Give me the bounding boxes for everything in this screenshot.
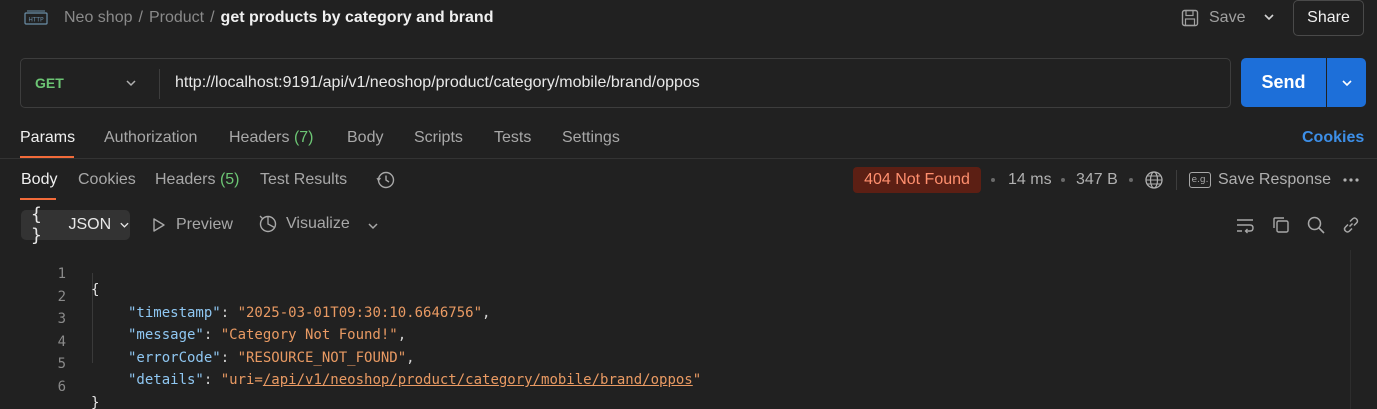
- format-select[interactable]: { } JSON: [21, 204, 130, 246]
- tab-label: Authorization: [104, 129, 198, 146]
- separator-dot: [1061, 178, 1065, 182]
- line-number: 6: [57, 379, 66, 395]
- tab-label: Body: [347, 129, 384, 146]
- tab-label: Tests: [494, 129, 532, 146]
- response-time[interactable]: 14 ms: [1008, 171, 1052, 189]
- url-input[interactable]: http://localhost:9191/api/v1/neoshop/pro…: [175, 74, 700, 92]
- request-tabs: Params Authorization Headers (7) Body Sc…: [0, 124, 1377, 158]
- tab-count: (7): [293, 129, 314, 146]
- tab-response-body[interactable]: Body: [21, 171, 57, 189]
- http-icon: HTTP: [24, 10, 48, 25]
- tab-response-cookies[interactable]: Cookies: [78, 171, 136, 189]
- chevron-down-icon[interactable]: [366, 219, 380, 233]
- separator-dot: [991, 178, 995, 182]
- tab-label: Body: [21, 171, 58, 188]
- url-bar: GET http://localhost:9191/api/v1/neoshop…: [20, 58, 1231, 108]
- save-icon: [1181, 9, 1199, 27]
- copy-icon[interactable]: [1271, 215, 1291, 235]
- tab-count: (5): [219, 171, 240, 188]
- breadcrumb-separator: /: [138, 9, 143, 26]
- app-root: HTTP Neo shop / Product / get products by ca…: [0, 0, 1377, 409]
- breadcrumb-separator: /: [210, 9, 215, 26]
- tab-headers[interactable]: Headers (7): [229, 129, 314, 147]
- divider: [1176, 170, 1177, 190]
- chevron-down-icon: [1341, 79, 1352, 86]
- tab-label: Test Results: [260, 171, 348, 188]
- json-braces-icon: { }: [31, 204, 42, 246]
- save-button[interactable]: Save: [1180, 8, 1245, 28]
- tab-settings[interactable]: Settings: [562, 129, 620, 147]
- send-options-button[interactable]: [1327, 58, 1366, 107]
- active-tab-indicator: [20, 198, 56, 200]
- code-line: 1 {: [0, 250, 1377, 298]
- divider: [0, 158, 1377, 159]
- breadcrumb-collection[interactable]: Product: [149, 9, 204, 26]
- tab-scripts[interactable]: Scripts: [414, 129, 463, 147]
- code-line: 6 }: [0, 363, 1377, 409]
- visualize-button[interactable]: Visualize: [258, 214, 350, 234]
- code-line: 3 "message": "Category Not Found!",: [0, 295, 1377, 343]
- separator-dot: [1129, 178, 1133, 182]
- response-body-viewer[interactable]: 1 { 2 "timestamp": "2025-03-01T09:30:10.…: [0, 250, 1377, 409]
- tab-label: Params: [20, 129, 76, 146]
- json-close-brace: }: [91, 395, 100, 409]
- more-icon[interactable]: [1341, 170, 1361, 190]
- tab-label: Headers: [229, 129, 290, 146]
- tab-body[interactable]: Body: [347, 129, 383, 147]
- globe-icon[interactable]: [1144, 170, 1164, 190]
- link-icon[interactable]: [1341, 215, 1361, 235]
- format-toolbar: { } JSON Preview Visualize: [0, 204, 1377, 246]
- chevron-down-icon: [120, 222, 129, 228]
- response-size[interactable]: 347 B: [1076, 171, 1118, 189]
- search-icon[interactable]: [1306, 215, 1326, 235]
- chevron-down-icon[interactable]: [125, 77, 137, 89]
- tab-label: Scripts: [414, 129, 463, 146]
- play-icon: [153, 218, 165, 232]
- share-button[interactable]: Share: [1293, 0, 1364, 36]
- eg-icon: e.g.: [1189, 172, 1211, 188]
- code-line: 5 "details": "uri=/api/v1/neoshop/produc…: [0, 340, 1377, 388]
- history-icon[interactable]: [376, 170, 396, 190]
- visualize-label: Visualize: [286, 215, 350, 232]
- top-bar: HTTP Neo shop / Product / get products by ca…: [0, 0, 1377, 38]
- save-response-button[interactable]: Save Response: [1218, 171, 1331, 189]
- tab-params[interactable]: Params: [20, 129, 75, 147]
- save-label: Save: [1209, 9, 1246, 26]
- breadcrumb-workspace[interactable]: Neo shop: [64, 9, 133, 26]
- tab-tests[interactable]: Tests: [494, 129, 531, 147]
- status-badge[interactable]: 404 Not Found: [853, 167, 981, 193]
- tab-label: Cookies: [78, 171, 136, 188]
- svg-text:HTTP: HTTP: [28, 17, 44, 24]
- code-line: 2 "timestamp": "2025-03-01T09:30:10.6646…: [0, 273, 1377, 321]
- tab-label: Headers: [155, 171, 216, 188]
- send-button[interactable]: Send: [1241, 58, 1326, 107]
- preview-button[interactable]: Preview: [152, 216, 233, 234]
- visualize-icon: [259, 215, 277, 233]
- response-tabs: Body Cookies Headers (5) Test Results 40…: [0, 166, 1377, 200]
- tab-response-headers[interactable]: Headers (5): [155, 171, 240, 189]
- cookies-link[interactable]: Cookies: [1302, 129, 1364, 147]
- url-divider: [159, 69, 160, 99]
- request-title[interactable]: get products by category and brand: [221, 9, 494, 26]
- wrap-icon[interactable]: [1235, 215, 1255, 235]
- tab-label: Settings: [562, 129, 620, 146]
- format-label: JSON: [68, 216, 112, 233]
- tab-test-results[interactable]: Test Results: [260, 171, 347, 189]
- breadcrumb: Neo shop / Product / get products by categor…: [64, 9, 493, 27]
- chevron-down-icon[interactable]: [1262, 10, 1276, 24]
- preview-label: Preview: [176, 216, 233, 233]
- code-line: 4 "errorCode": "RESOURCE_NOT_FOUND",: [0, 318, 1377, 366]
- method-select[interactable]: GET: [35, 75, 64, 91]
- tab-authorization[interactable]: Authorization: [104, 129, 197, 147]
